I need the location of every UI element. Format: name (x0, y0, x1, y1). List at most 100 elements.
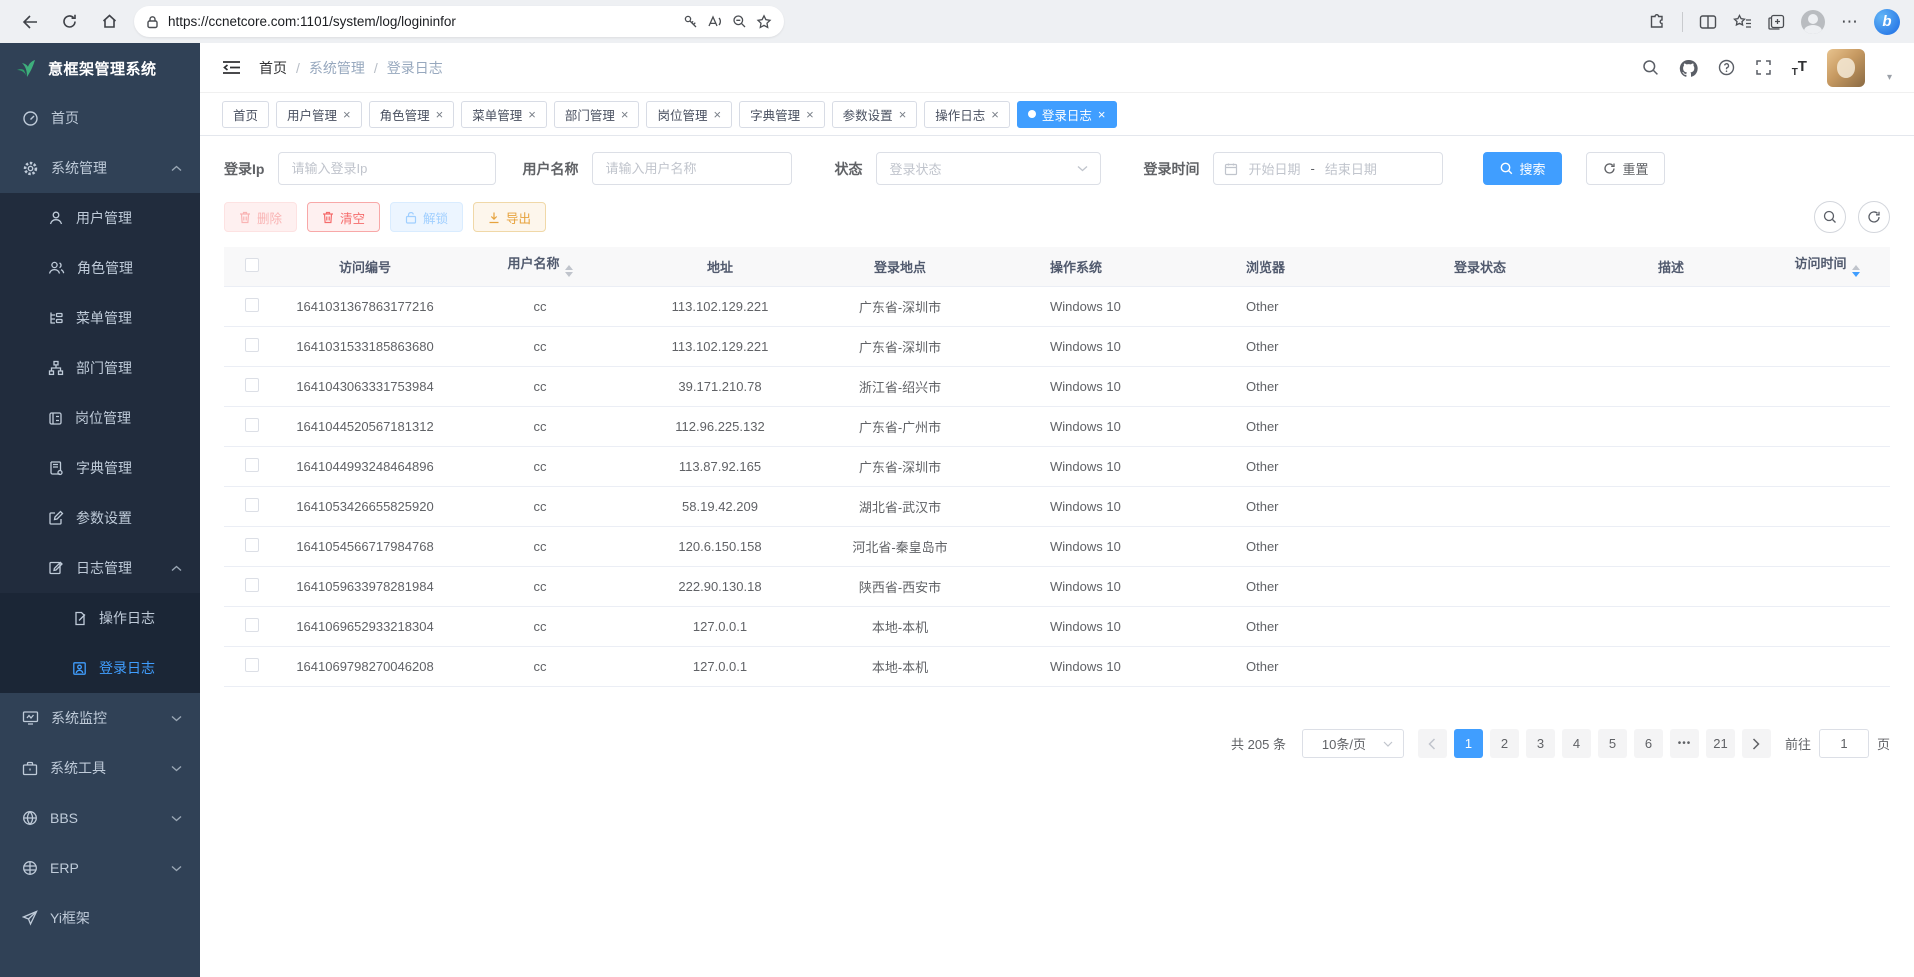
page-button-6[interactable]: 6 (1634, 729, 1663, 758)
tab-close-icon[interactable]: × (1098, 107, 1106, 122)
sort-icon[interactable] (565, 261, 573, 281)
tab-roles[interactable]: 角色管理× (369, 101, 455, 128)
tab-operation-log[interactable]: 操作日志× (924, 101, 1010, 128)
sidebar-item-parameters[interactable]: 参数设置 (0, 493, 200, 543)
row-checkbox[interactable] (245, 498, 259, 512)
col-user[interactable]: 用户名称 (450, 253, 630, 281)
sidebar-item-departments[interactable]: 部门管理 (0, 343, 200, 393)
page-button-3[interactable]: 3 (1526, 729, 1555, 758)
sidebar-item-posts[interactable]: 岗位管理 (0, 393, 200, 443)
browser-home-icon[interactable] (94, 7, 124, 37)
extensions-icon[interactable] (1648, 13, 1666, 31)
prev-page-button[interactable] (1418, 729, 1447, 758)
tab-close-icon[interactable]: × (806, 107, 814, 122)
page-size-select[interactable]: 10条/页 (1302, 729, 1404, 758)
col-time[interactable]: 访问时间 (1764, 253, 1890, 281)
unlock-button[interactable]: 解锁 (390, 202, 463, 232)
tab-close-icon[interactable]: × (621, 107, 629, 122)
row-checkbox[interactable] (245, 458, 259, 472)
tab-departments[interactable]: 部门管理× (554, 101, 640, 128)
goto-input[interactable] (1819, 729, 1869, 758)
search-button[interactable]: 搜索 (1483, 152, 1562, 185)
address-bar[interactable]: https://ccnetcore.com:1101/system/log/lo… (134, 6, 784, 37)
row-checkbox[interactable] (245, 658, 259, 672)
split-screen-icon[interactable] (1699, 14, 1717, 30)
delete-button[interactable]: 删除 (224, 202, 297, 232)
sidebar-item-operation-log[interactable]: 操作日志 (0, 593, 200, 643)
tab-posts[interactable]: 岗位管理× (646, 101, 732, 128)
sidebar-item-log-group[interactable]: 日志管理 (0, 543, 200, 593)
tab-close-icon[interactable]: × (528, 107, 536, 122)
browser-profile-avatar[interactable] (1801, 10, 1825, 34)
reset-button[interactable]: 重置 (1586, 152, 1665, 185)
browser-refresh-icon[interactable] (54, 7, 84, 37)
sidebar-item-monitor[interactable]: 系统监控 (0, 693, 200, 743)
github-icon[interactable] (1679, 59, 1698, 77)
refresh-table-button[interactable] (1858, 201, 1890, 233)
tab-close-icon[interactable]: × (991, 107, 999, 122)
next-page-button[interactable] (1742, 729, 1771, 758)
tab-close-icon[interactable]: × (899, 107, 907, 122)
settings-more-icon[interactable]: ⋯ (1841, 12, 1858, 32)
tab-login-log[interactable]: 登录日志× (1017, 101, 1117, 128)
user-avatar[interactable] (1827, 49, 1865, 87)
sort-icon[interactable] (1852, 261, 1860, 281)
more-pages-button[interactable]: ••• (1670, 729, 1699, 758)
sidebar-item-bbs[interactable]: BBS (0, 793, 200, 843)
zoom-out-icon[interactable] (732, 14, 747, 29)
toggle-search-button[interactable] (1814, 201, 1846, 233)
sidebar-item-tools[interactable]: 系统工具 (0, 743, 200, 793)
sidebar-item-yi[interactable]: Yi框架 (0, 893, 200, 943)
page-button-4[interactable]: 4 (1562, 729, 1591, 758)
tab-users[interactable]: 用户管理× (276, 101, 362, 128)
tab-close-icon[interactable]: × (713, 107, 721, 122)
favorites-bar-icon[interactable] (1733, 14, 1752, 30)
sidebar-collapse-icon[interactable] (222, 60, 241, 75)
row-checkbox[interactable] (245, 298, 259, 312)
export-button[interactable]: 导出 (473, 202, 546, 232)
copilot-icon[interactable]: b (1874, 9, 1900, 35)
page-button-2[interactable]: 2 (1490, 729, 1519, 758)
font-size-icon[interactable]: TT (1792, 58, 1807, 78)
sidebar-item-users[interactable]: 用户管理 (0, 193, 200, 243)
sidebar-item-system[interactable]: 系统管理 (0, 143, 200, 193)
collections-icon[interactable] (1768, 14, 1785, 30)
favorite-add-icon[interactable] (756, 14, 772, 30)
row-checkbox[interactable] (245, 418, 259, 432)
browser-back-icon[interactable] (14, 7, 44, 37)
sidebar-item-roles[interactable]: 角色管理 (0, 243, 200, 293)
breadcrumb-home[interactable]: 首页 (259, 58, 287, 78)
sidebar-item-dictionary[interactable]: 字典管理 (0, 443, 200, 493)
help-icon[interactable] (1718, 59, 1735, 76)
sidebar-item-erp[interactable]: ERP (0, 843, 200, 893)
password-key-icon[interactable] (683, 14, 698, 29)
sidebar-item-menus[interactable]: 菜单管理 (0, 293, 200, 343)
clear-button[interactable]: 清空 (307, 202, 380, 232)
tab-close-icon[interactable]: × (436, 107, 444, 122)
ip-input[interactable] (278, 152, 496, 185)
status-select[interactable]: 登录状态 (876, 152, 1101, 185)
row-checkbox[interactable] (245, 338, 259, 352)
tab-home[interactable]: 首页 (222, 101, 269, 128)
tab-dictionary[interactable]: 字典管理× (739, 101, 825, 128)
row-checkbox[interactable] (245, 578, 259, 592)
tab-close-icon[interactable]: × (343, 107, 351, 122)
row-checkbox[interactable] (245, 618, 259, 632)
avatar-caret-icon[interactable]: ▾ (1887, 72, 1892, 87)
tab-menus[interactable]: 菜单管理× (461, 101, 547, 128)
username-input[interactable] (592, 152, 792, 185)
row-checkbox[interactable] (245, 378, 259, 392)
date-range-picker[interactable]: 开始日期 - 结束日期 (1213, 152, 1443, 185)
sidebar-item-login-log[interactable]: 登录日志 (0, 643, 200, 693)
url-text[interactable]: https://ccnetcore.com:1101/system/log/lo… (168, 14, 674, 29)
page-button-5[interactable]: 5 (1598, 729, 1627, 758)
fullscreen-icon[interactable] (1755, 59, 1772, 76)
tab-parameters[interactable]: 参数设置× (832, 101, 918, 128)
select-all-checkbox[interactable] (245, 258, 259, 272)
header-search-icon[interactable] (1642, 59, 1659, 76)
page-button-21[interactable]: 21 (1706, 729, 1735, 758)
read-aloud-icon[interactable] (707, 14, 723, 29)
sidebar-item-home[interactable]: 首页 (0, 93, 200, 143)
page-button-1[interactable]: 1 (1454, 729, 1483, 758)
breadcrumb-system[interactable]: 系统管理 (309, 58, 365, 78)
